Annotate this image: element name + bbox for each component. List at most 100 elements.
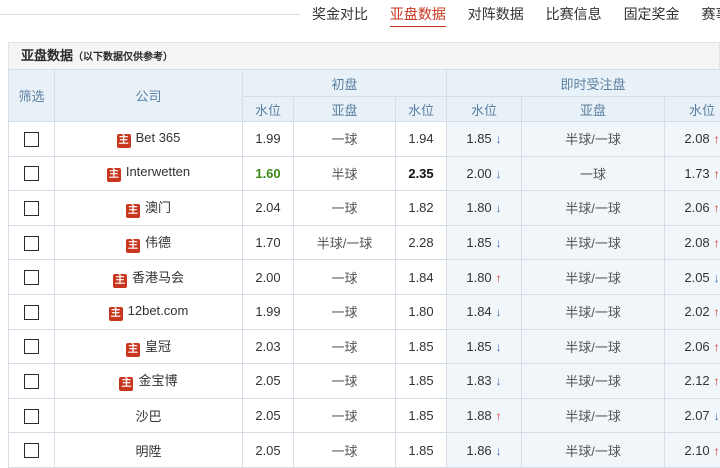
home-badge-icon: 主	[106, 168, 121, 183]
live-home-odds: 1.86 ↓	[446, 432, 523, 468]
company-name: Bet 365	[135, 129, 181, 145]
header-live-home-odds: 水位	[446, 96, 523, 122]
init-home-odds-value: 1.99	[255, 131, 281, 147]
live-handicap: 半球/一球	[521, 432, 666, 468]
live-away-odds: 2.08 ↑	[664, 224, 720, 261]
init-handicap: 一球	[293, 121, 396, 157]
live-home-odds: 1.83 ↓	[446, 363, 523, 399]
live-home-odds-value: 1.83	[466, 373, 492, 389]
select-checkbox[interactable]	[24, 201, 39, 217]
select-checkbox[interactable]	[24, 270, 39, 286]
tab-head-to-head[interactable]: 对阵数据	[468, 4, 524, 26]
select-checkbox[interactable]	[24, 304, 39, 320]
header-init-handicap: 亚盘	[293, 96, 396, 122]
home-badge-icon: 主	[108, 306, 123, 321]
company-name: 明陞	[135, 443, 162, 459]
init-away-odds: 2.35	[394, 155, 448, 192]
nav-divider-line	[0, 14, 300, 15]
select-checkbox[interactable]	[24, 131, 39, 147]
live-home-odds: 2.00 ↓	[446, 155, 523, 192]
table-row: 主澳门 2.04 一球 1.82 1.80 ↓ 半球/一球 2.06 ↑	[8, 190, 720, 226]
init-home-odds: 2.03	[242, 328, 294, 365]
tab-asian-handicap[interactable]: 亚盘数据	[389, 4, 446, 27]
init-handicap: 一球	[293, 397, 396, 434]
home-badge-icon: 主	[125, 342, 140, 357]
select-checkbox[interactable]	[24, 373, 39, 389]
init-handicap-value: 一球	[331, 305, 358, 321]
arrow-up-icon: ↑	[713, 443, 720, 458]
init-away-odds-value: 1.85	[408, 442, 434, 458]
init-away-odds: 1.80	[394, 293, 448, 330]
row-select-cell	[8, 259, 55, 295]
arrow-down-icon: ↓	[495, 236, 502, 251]
init-handicap-value: 一球	[331, 270, 358, 286]
live-away-odds: 2.06 ↑	[664, 328, 720, 365]
company-cell: 明陞	[54, 432, 243, 468]
tab-fixed-bonus[interactable]: 固定奖金	[624, 4, 680, 26]
arrow-up-icon: ↑	[713, 201, 720, 216]
row-select-cell	[8, 363, 55, 399]
init-home-odds-value: 2.00	[255, 269, 281, 285]
header-init-away-odds: 水位	[394, 96, 448, 122]
init-handicap-value: 一球	[331, 443, 358, 459]
live-home-odds-value: 1.88	[466, 408, 492, 424]
nav-tabs: 奖金对比 亚盘数据 对阵数据 比赛信息 固定奖金 赛事	[312, 4, 720, 27]
arrow-up-icon: ↑	[713, 132, 720, 147]
live-home-odds-value: 1.80	[466, 200, 492, 216]
init-away-odds-value: 1.85	[408, 373, 434, 389]
init-away-odds-value: 1.85	[408, 408, 434, 424]
live-handicap-value: 半球/一球	[565, 132, 621, 148]
select-checkbox[interactable]	[24, 339, 39, 355]
init-away-odds: 1.85	[394, 432, 448, 468]
tab-bonus-compare[interactable]: 奖金对比	[312, 4, 368, 26]
live-home-odds-value: 1.84	[466, 304, 492, 320]
arrow-down-icon: ↓	[713, 270, 720, 285]
arrow-down-icon: ↓	[495, 305, 502, 320]
init-handicap-value: 一球	[331, 132, 358, 148]
row-select-cell	[8, 293, 55, 330]
tab-match-info[interactable]: 比赛信息	[546, 4, 602, 26]
row-select-cell	[8, 397, 55, 434]
arrow-up-icon: ↑	[713, 166, 720, 181]
init-home-odds-value: 1.70	[255, 235, 281, 251]
live-home-odds: 1.85 ↓	[446, 121, 523, 157]
table-row: 主 12bet.com 1.99 一球 1.80 1.84 ↓ 半球/一球 2.02 ↑	[8, 293, 720, 330]
select-checkbox[interactable]	[24, 408, 39, 424]
tab-events[interactable]: 赛事	[701, 4, 720, 26]
live-handicap: 半球/一球	[521, 190, 666, 226]
live-away-odds: 2.07 ↓	[664, 397, 720, 434]
init-home-odds: 2.05	[242, 432, 294, 468]
live-away-odds: 1.73 ↑	[664, 155, 720, 192]
company-cell: 主香港马会	[54, 259, 243, 295]
company-name: 金宝博	[138, 373, 178, 389]
home-badge-icon: 主	[116, 133, 131, 148]
home-badge-icon: 主	[112, 273, 127, 288]
init-home-odds: 2.04	[242, 190, 294, 226]
live-away-odds: 2.02 ↑	[664, 293, 720, 330]
init-handicap-value: 一球	[331, 201, 358, 217]
init-handicap: 一球	[293, 259, 396, 295]
company-cell: 主金宝博	[54, 363, 243, 399]
live-away-odds-value: 2.10	[684, 442, 710, 458]
init-away-odds-value: 1.94	[408, 131, 434, 147]
arrow-up-icon: ↑	[713, 236, 720, 251]
live-handicap: 半球/一球	[521, 224, 666, 261]
live-handicap: 半球/一球	[521, 397, 666, 434]
init-handicap: 一球	[293, 328, 396, 365]
init-home-odds: 2.00	[242, 259, 294, 295]
live-handicap: 半球/一球	[521, 363, 666, 399]
select-checkbox[interactable]	[24, 235, 39, 251]
select-checkbox[interactable]	[24, 166, 39, 182]
live-home-odds-value: 1.85	[466, 338, 492, 354]
arrow-down-icon: ↓	[495, 166, 502, 181]
live-away-odds-value: 2.05	[684, 269, 710, 285]
company-name: Interwetten	[125, 164, 191, 180]
init-away-odds-value: 1.82	[408, 200, 434, 216]
odds-table: 筛选 公司 初盘 即时受注盘 水位 亚盘 水位 水位 亚盘 水位 主 Bet 36…	[8, 69, 720, 468]
select-checkbox[interactable]	[24, 443, 39, 459]
row-select-cell	[8, 328, 55, 365]
init-handicap: 一球	[293, 363, 396, 399]
live-home-odds-value: 1.85	[466, 131, 492, 147]
live-home-odds-value: 1.86	[466, 442, 492, 458]
init-home-odds-value: 2.03	[255, 338, 281, 354]
